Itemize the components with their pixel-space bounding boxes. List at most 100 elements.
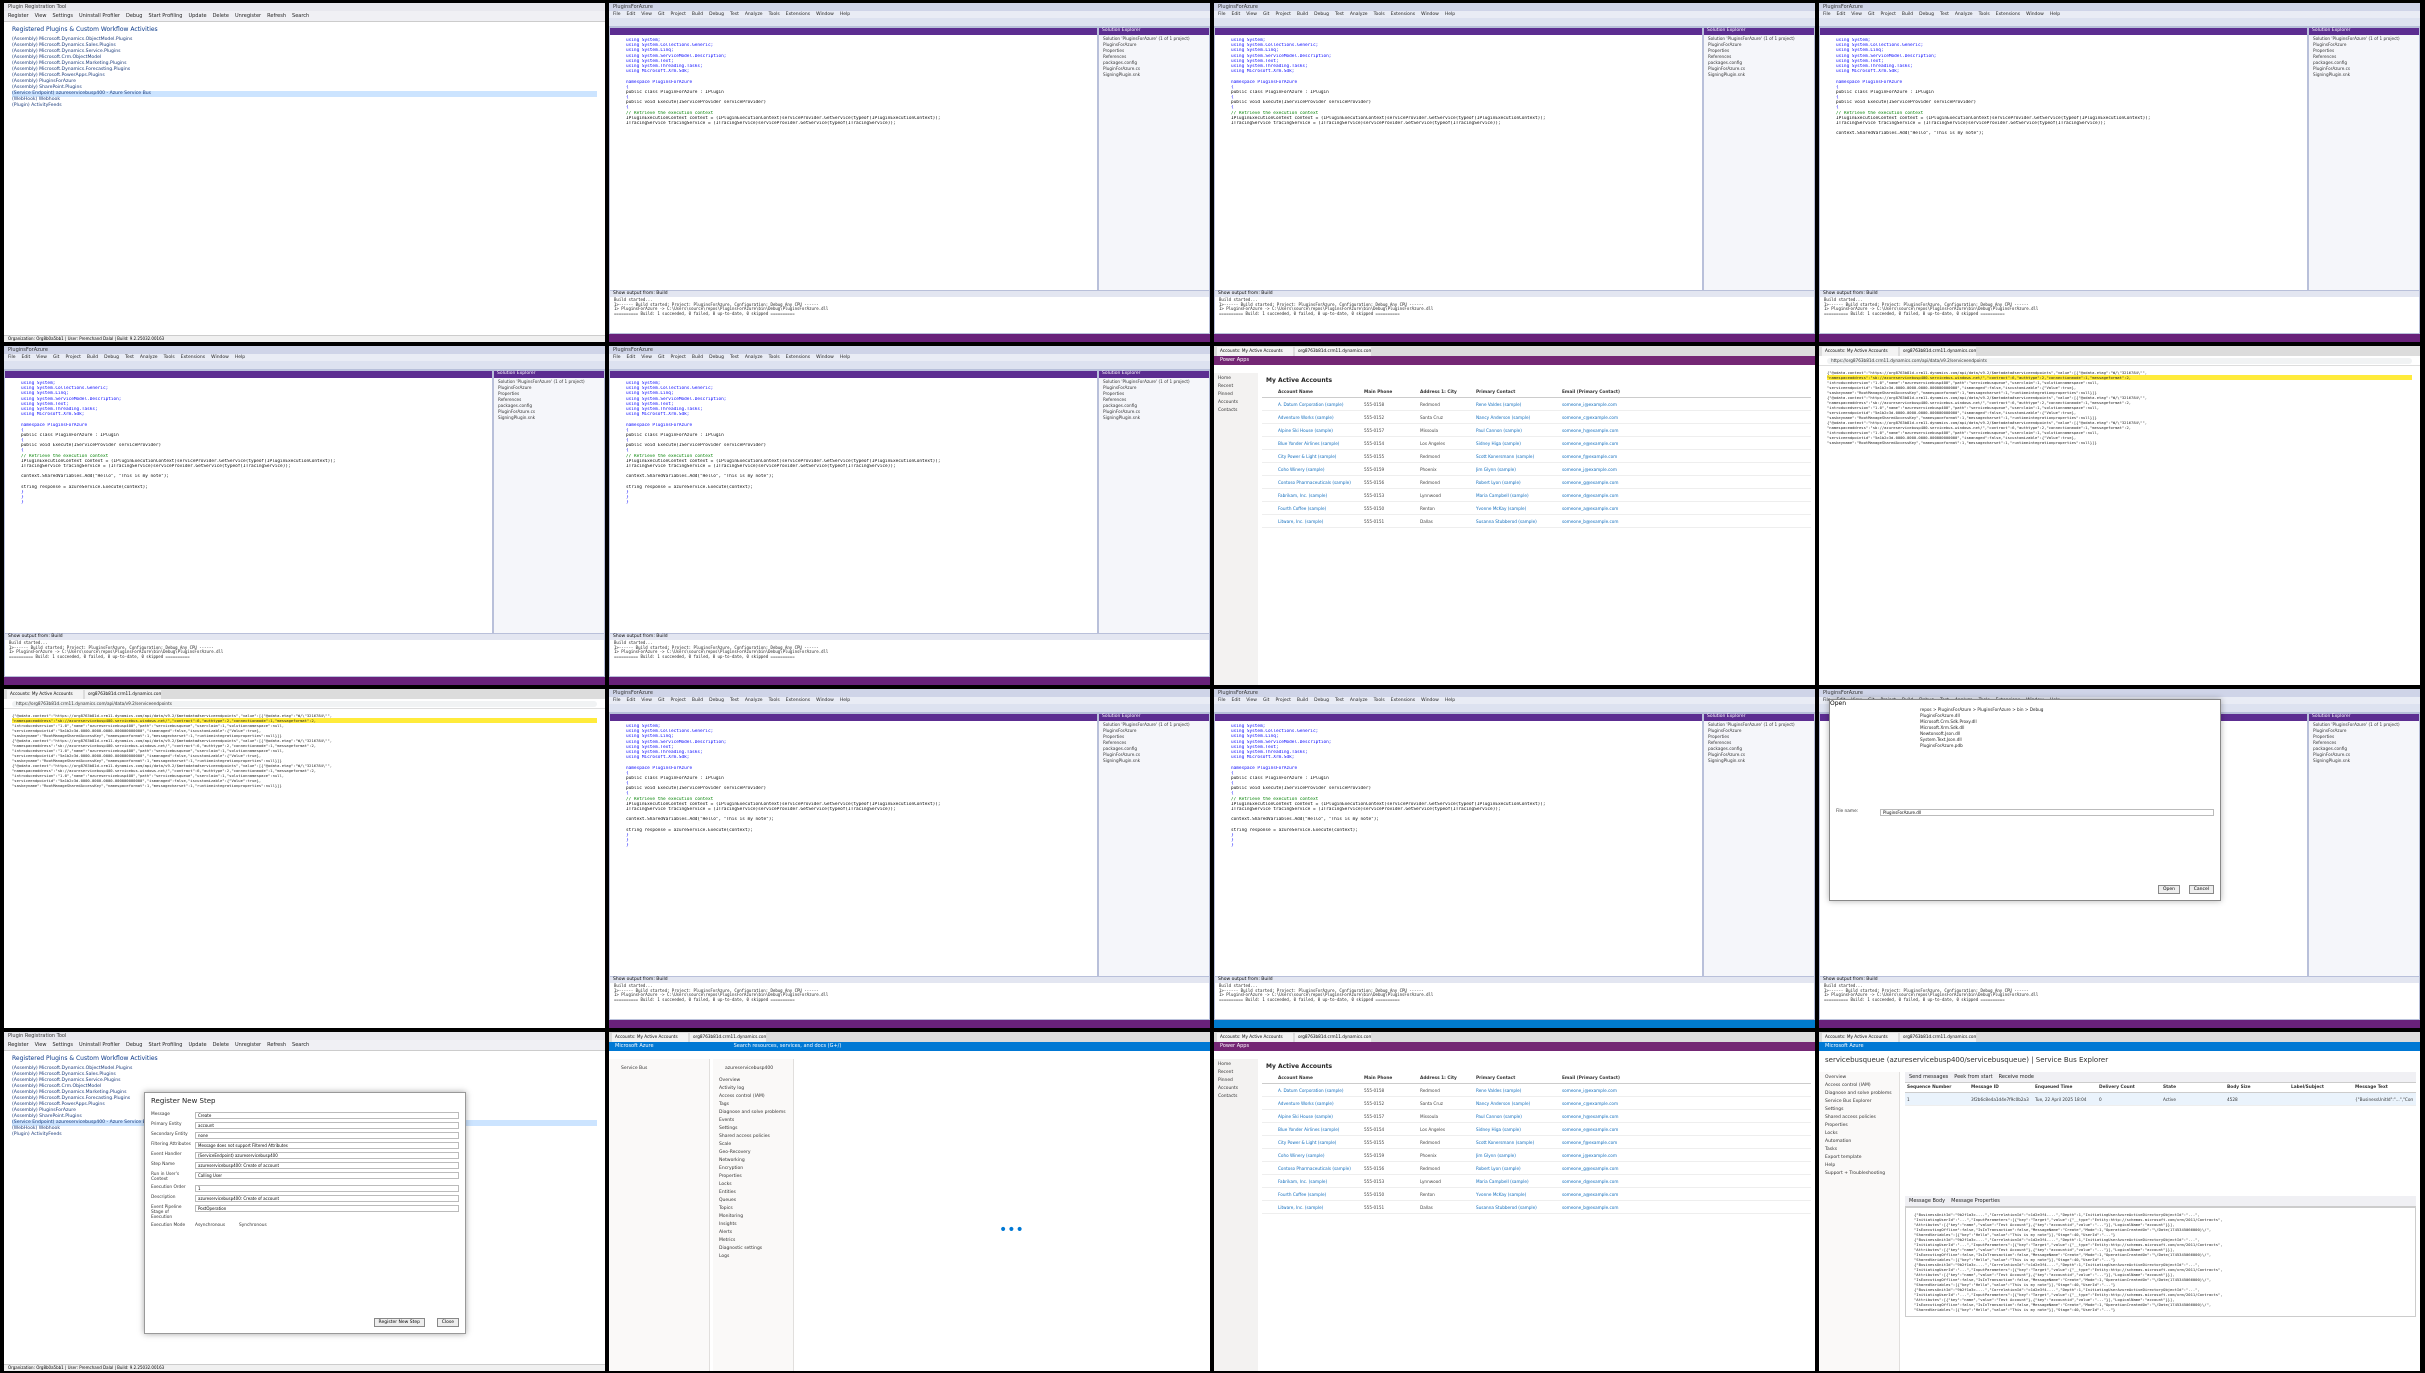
code-editor[interactable]: using System;using System.Collections.Ge… <box>609 713 1098 978</box>
side-menu-item[interactable]: Shared access policies <box>1825 1115 1893 1120</box>
menu-item[interactable]: Debug <box>1919 12 1934 17</box>
browser-tab[interactable]: org8763b81d.crm11.dynamics.com <box>690 1033 766 1042</box>
action-button[interactable]: Receive mode <box>1999 1074 2034 1080</box>
menu-item[interactable]: File <box>1218 12 1226 17</box>
table-cell[interactable]: Blue Yonder Airlines (sample) <box>1278 441 1358 446</box>
menu-item[interactable]: Tools <box>164 355 175 360</box>
solution-item[interactable]: Properties <box>1103 734 1205 739</box>
solution-item[interactable]: Solution 'PluginsForAzure' (1 of 1 proje… <box>1103 36 1205 41</box>
resource-menu-item[interactable]: Metrics <box>719 1238 787 1243</box>
nav-item[interactable]: Recent <box>1218 384 1254 389</box>
action-button[interactable]: Send messages <box>1909 1074 1948 1080</box>
solution-item[interactable]: PluginsForAzure <box>1103 728 1205 733</box>
solution-item[interactable]: packages.config <box>1103 403 1205 408</box>
menu-item[interactable]: Extensions <box>786 355 810 360</box>
menu-item[interactable]: Tools <box>769 355 780 360</box>
field-input[interactable]: azureservicebusp400: Create of account <box>195 1195 459 1202</box>
solution-item[interactable]: PluginsForAzure <box>2313 728 2415 733</box>
field-input[interactable]: (ServiceEndpoint) azureservicebusp400 <box>195 1152 459 1159</box>
side-menu-item[interactable]: Access control (IAM) <box>1825 1083 1893 1088</box>
solution-item[interactable]: packages.config <box>1103 746 1205 751</box>
ribbon-button[interactable]: Refresh <box>267 1042 286 1048</box>
solution-item[interactable]: Solution 'PluginsForAzure' (1 of 1 proje… <box>2313 36 2415 41</box>
message-row[interactable]: 1 3f2b6c8e4a1d4e7f9c0b2a3d5e6f7a8b Tue, 22… <box>1905 1093 2416 1106</box>
nav-item[interactable]: Contacts <box>1218 408 1254 413</box>
file-item[interactable]: PluginsForAzure.pdb <box>1830 743 2220 749</box>
nav-item[interactable]: Contacts <box>1218 1094 1254 1099</box>
table-cell[interactable]: A. Datum Corporation (sample) <box>1278 402 1358 407</box>
menu-item[interactable]: File <box>1823 12 1831 17</box>
solution-item[interactable]: References <box>1103 740 1205 745</box>
nav-item[interactable]: Recent <box>1218 1070 1254 1075</box>
resource-menu-item[interactable]: Topics <box>719 1206 787 1211</box>
menu-item[interactable]: Extensions <box>786 698 810 703</box>
side-menu-item[interactable]: Locks <box>1825 1131 1893 1136</box>
menu-item[interactable]: Extensions <box>1996 12 2020 17</box>
table-cell[interactable]: Alpine Ski House (sample) <box>1278 428 1358 433</box>
table-cell[interactable]: Litware, Inc. (sample) <box>1278 1205 1358 1210</box>
ribbon-button[interactable]: Search <box>292 1042 309 1048</box>
menu-item[interactable]: Build <box>692 355 703 360</box>
solution-item[interactable]: Properties <box>498 391 600 396</box>
ribbon-button[interactable]: Register <box>8 1042 29 1048</box>
column-header[interactable]: Account Name <box>1278 1076 1358 1081</box>
mode-radio[interactable]: Asynchronous <box>195 1223 235 1228</box>
menu-item[interactable]: Analyze <box>1955 12 1973 17</box>
solution-item[interactable]: References <box>2313 54 2415 59</box>
menu-item[interactable]: Test <box>125 355 134 360</box>
side-menu-item[interactable]: Automation <box>1825 1139 1893 1144</box>
solution-item[interactable]: Solution 'PluginsForAzure' (1 of 1 proje… <box>1708 722 1810 727</box>
browser-tab[interactable]: Accounts: My Active Accounts <box>612 1033 688 1042</box>
menu-item[interactable]: Test <box>730 12 739 17</box>
side-menu-item[interactable]: Tasks <box>1825 1147 1893 1152</box>
menu-item[interactable]: Analyze <box>745 355 763 360</box>
action-button[interactable]: Peek from start <box>1954 1074 1992 1080</box>
column-header[interactable]: Main Phone <box>1364 390 1414 395</box>
ribbon-button[interactable]: Settings <box>52 1042 73 1048</box>
table-row[interactable]: A. Datum Corporation (sample) 555-0158 Red… <box>1262 1084 1811 1097</box>
browser-tab[interactable]: org8763b81d.crm11.dynamics.com <box>1900 347 1976 356</box>
browser-tab[interactable]: org8763b81d.crm11.dynamics.com <box>85 690 161 699</box>
resource-menu-item[interactable]: Queues <box>719 1198 787 1203</box>
menu-item[interactable]: Help <box>840 698 850 703</box>
solution-item[interactable]: Solution 'PluginsForAzure' (1 of 1 proje… <box>1103 379 1205 384</box>
nav-item[interactable]: Accounts <box>1218 1086 1254 1091</box>
menu-item[interactable]: View <box>1246 698 1257 703</box>
solution-item[interactable]: SigningPlugin.snk <box>2313 758 2415 763</box>
menu-item[interactable]: Extensions <box>1391 12 1415 17</box>
menu-item[interactable]: View <box>1246 12 1257 17</box>
solution-item[interactable]: PluginsForAzure <box>2313 42 2415 47</box>
ribbon-button[interactable]: Unregister <box>235 1042 261 1048</box>
close-button[interactable]: Close <box>436 1318 459 1327</box>
table-cell[interactable]: Coho Winery (sample) <box>1278 467 1358 472</box>
menu-item[interactable]: Tools <box>1374 698 1385 703</box>
solution-item[interactable]: Solution 'PluginsForAzure' (1 of 1 proje… <box>1708 36 1810 41</box>
resource-menu-item[interactable]: Geo-Recovery <box>719 1150 787 1155</box>
menu-item[interactable]: Build <box>692 12 703 17</box>
solution-item[interactable]: References <box>1708 740 1810 745</box>
table-row[interactable]: Litware, Inc. (sample) 555-0151 Dallas Susa… <box>1262 1201 1811 1214</box>
menu-item[interactable]: Project <box>1880 12 1895 17</box>
cancel-button[interactable]: Cancel <box>2188 885 2214 894</box>
solution-item[interactable]: PluginForAzure.cs <box>498 409 600 414</box>
solution-item[interactable]: Properties <box>1708 48 1810 53</box>
menu-item[interactable]: Test <box>730 355 739 360</box>
table-row[interactable]: Coho Winery (sample) 555-0159 Phoenix Jim G… <box>1262 463 1811 476</box>
resource-menu-item[interactable]: Logs <box>719 1254 787 1259</box>
solution-item[interactable]: Properties <box>1708 734 1810 739</box>
menu-item[interactable]: Git <box>1263 12 1270 17</box>
open-button[interactable]: Open <box>2157 885 2180 894</box>
table-row[interactable]: Alpine Ski House (sample) 555-0157 Missoul… <box>1262 1110 1811 1123</box>
menu-item[interactable]: File <box>613 355 621 360</box>
menu-item[interactable]: Window <box>1421 12 1439 17</box>
menu-item[interactable]: Window <box>816 355 834 360</box>
resource-menu-item[interactable]: Insights <box>719 1222 787 1227</box>
solution-item[interactable]: PluginForAzure.cs <box>2313 752 2415 757</box>
field-input[interactable]: Message does not support Filtered Attrib… <box>195 1142 459 1149</box>
column-header[interactable]: Email (Primary Contact) <box>1562 390 1642 395</box>
menu-item[interactable]: Project <box>1275 698 1290 703</box>
column-header[interactable]: Address 1: City <box>1420 1076 1470 1081</box>
table-row[interactable]: Contoso Pharmaceuticals (sample) 555-0156… <box>1262 1162 1811 1175</box>
table-row[interactable]: Fabrikam, Inc. (sample) 555-0153 Lynnwood M… <box>1262 489 1811 502</box>
field-input[interactable]: azureservicebusp400: Create of account <box>195 1162 459 1169</box>
